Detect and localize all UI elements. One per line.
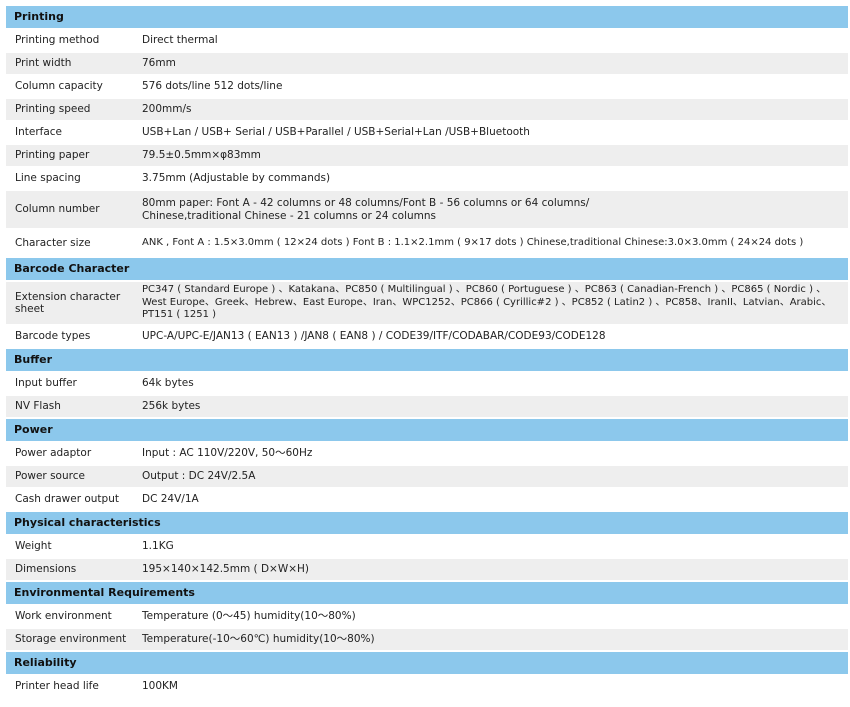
spec-label: Weight bbox=[15, 540, 52, 553]
spec-value: Input : AC 110V/220V, 50～60Hz bbox=[142, 447, 313, 460]
spec-value: Temperature(-10～60℃) humidity(10～80%) bbox=[142, 633, 375, 646]
spec-row: Extension character sheet PC347 ( Standa… bbox=[6, 282, 848, 324]
spec-label: Power source bbox=[15, 470, 85, 483]
spec-value: DC 24V/1A bbox=[142, 493, 199, 506]
spec-table: Printing Printing method Direct thermal … bbox=[6, 4, 848, 697]
spec-value: USB+Lan / USB+ Serial / USB+Parallel / U… bbox=[142, 126, 530, 139]
spec-value: 79.5±0.5mm×φ83mm bbox=[142, 149, 261, 162]
spec-label: Line spacing bbox=[15, 172, 81, 185]
spec-label: Character size bbox=[15, 236, 91, 249]
spec-row: Printing speed 200mm/s bbox=[6, 99, 848, 120]
spec-value: 576 dots/line 512 dots/line bbox=[142, 80, 283, 93]
spec-value: ANK , Font A : 1.5×3.0mm ( 12×24 dots ) … bbox=[142, 236, 804, 248]
spec-row: NV Flash 256k bytes bbox=[6, 396, 848, 417]
section-header-reliability: Reliability bbox=[6, 652, 848, 674]
spec-value: 195×140×142.5mm ( D×W×H) bbox=[142, 563, 310, 576]
section-header-buffer: Buffer bbox=[6, 349, 848, 371]
spec-row: Column number 80mm paper: Font A - 42 co… bbox=[6, 191, 848, 228]
section-header-power: Power bbox=[6, 419, 848, 441]
spec-value: 256k bytes bbox=[142, 400, 201, 413]
spec-label: NV Flash bbox=[15, 400, 61, 413]
spec-row: Line spacing 3.75mm (Adjustable by comma… bbox=[6, 168, 848, 189]
spec-value: Temperature (0～45) humidity(10～80%) bbox=[142, 610, 356, 623]
section-header-printing: Printing bbox=[6, 6, 848, 28]
spec-label: Printing method bbox=[15, 34, 100, 47]
spec-row: Power source Output : DC 24V/2.5A bbox=[6, 466, 848, 487]
section-header-physical-characteristics: Physical characteristics bbox=[6, 512, 848, 534]
spec-row: Power adaptor Input : AC 110V/220V, 50～6… bbox=[6, 443, 848, 464]
spec-label: Printing paper bbox=[15, 149, 90, 162]
spec-label: Power adaptor bbox=[15, 447, 92, 460]
spec-value: 80mm paper: Font A - 42 columns or 48 co… bbox=[142, 197, 590, 222]
spec-label: Column capacity bbox=[15, 80, 103, 93]
spec-label: Dimensions bbox=[15, 563, 77, 576]
spec-label: Cash drawer output bbox=[15, 493, 119, 506]
spec-row: Input buffer 64k bytes bbox=[6, 373, 848, 394]
spec-label: Printing speed bbox=[15, 103, 91, 116]
spec-row: Cash drawer output DC 24V/1A bbox=[6, 489, 848, 510]
spec-row: Printing method Direct thermal bbox=[6, 30, 848, 51]
spec-value: 64k bytes bbox=[142, 377, 194, 390]
spec-label: Print width bbox=[15, 57, 72, 70]
spec-row: Interface USB+Lan / USB+ Serial / USB+Pa… bbox=[6, 122, 848, 143]
spec-label: Interface bbox=[15, 126, 63, 139]
spec-value: 1.1KG bbox=[142, 540, 174, 553]
section-header-barcode-character: Barcode Character bbox=[6, 258, 848, 280]
spec-label: Input buffer bbox=[15, 377, 77, 390]
spec-row: Column capacity 576 dots/line 512 dots/l… bbox=[6, 76, 848, 97]
spec-value: 100KM bbox=[142, 680, 178, 693]
spec-row: Print width 76mm bbox=[6, 53, 848, 74]
spec-row: Printing paper 79.5±0.5mm×φ83mm bbox=[6, 145, 848, 166]
spec-label: Printer head life bbox=[15, 680, 99, 693]
spec-row: Weight 1.1KG bbox=[6, 536, 848, 557]
spec-value: 3.75mm (Adjustable by commands) bbox=[142, 172, 331, 185]
spec-row: Barcode types UPC-A/UPC-E/JAN13 ( EAN13 … bbox=[6, 326, 848, 347]
spec-row: Printer head life 100KM bbox=[6, 676, 848, 697]
spec-row: Work environment Temperature (0～45) humi… bbox=[6, 606, 848, 627]
spec-label: Extension character sheet bbox=[15, 290, 121, 316]
spec-label: Barcode types bbox=[15, 330, 91, 343]
spec-value: 76mm bbox=[142, 57, 176, 70]
spec-row: Storage environment Temperature(-10～60℃)… bbox=[6, 629, 848, 650]
spec-value: 200mm/s bbox=[142, 103, 192, 116]
spec-value: Output : DC 24V/2.5A bbox=[142, 470, 256, 483]
spec-label: Column number bbox=[15, 203, 100, 216]
section-header-environmental-requirements: Environmental Requirements bbox=[6, 582, 848, 604]
spec-label: Work environment bbox=[15, 610, 112, 623]
spec-value: Direct thermal bbox=[142, 34, 218, 47]
spec-label: Storage environment bbox=[15, 633, 127, 646]
spec-row: Character size ANK , Font A : 1.5×3.0mm … bbox=[6, 230, 848, 256]
spec-value: PC347 ( Standard Europe ) 、Katakana、PC85… bbox=[142, 284, 832, 321]
spec-value: UPC-A/UPC-E/JAN13 ( EAN13 ) /JAN8 ( EAN8… bbox=[142, 330, 606, 343]
spec-row: Dimensions 195×140×142.5mm ( D×W×H) bbox=[6, 559, 848, 580]
